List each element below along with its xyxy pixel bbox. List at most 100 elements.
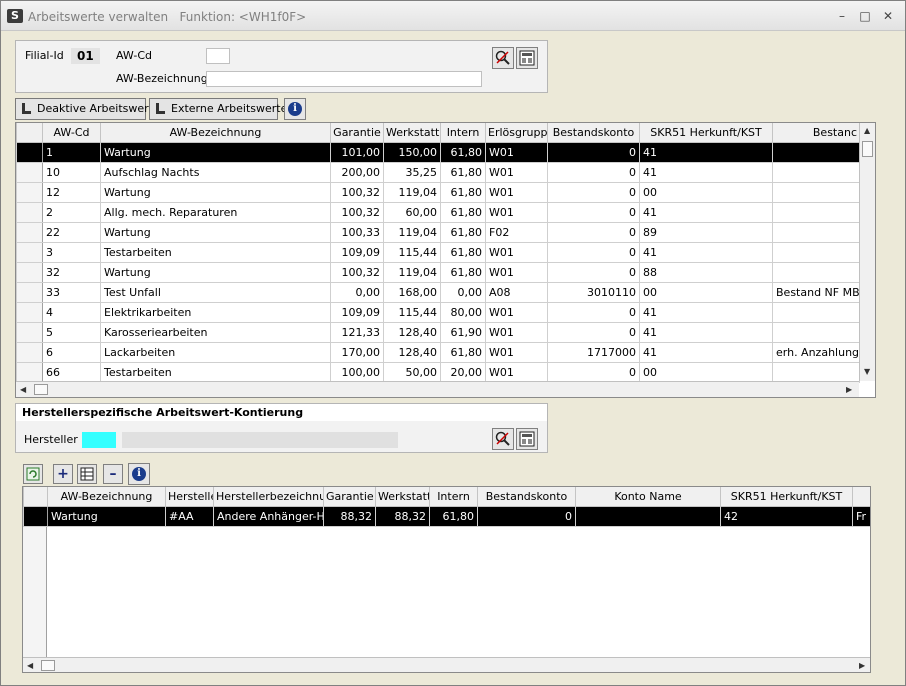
column-header[interactable]: Garantie	[330, 123, 384, 143]
table-cell[interactable]: 1	[42, 141, 101, 163]
externe-arbeitswerte-button[interactable]: Externe Arbeitswerte	[149, 98, 287, 120]
table-cell[interactable]: W01	[485, 161, 548, 183]
table-row[interactable]: 5 Karosseriearbeiten 121,33 128,40 61,90 W01 0…	[16, 321, 860, 343]
info-button-lower[interactable]: i	[128, 463, 150, 485]
calculator-button[interactable]	[516, 47, 538, 69]
column-header[interactable]: Bestandskonto	[547, 123, 640, 143]
table-cell[interactable]: 41	[639, 161, 773, 183]
table-cell[interactable]: 61,80	[440, 221, 486, 243]
scroll-thumb[interactable]	[34, 384, 48, 395]
table-cell[interactable]: 0	[547, 321, 640, 343]
table-cell[interactable]: 4	[42, 301, 101, 323]
table-cell[interactable]	[772, 181, 860, 203]
table-cell[interactable]: 109,09	[330, 241, 384, 263]
column-header[interactable]: Bestanc	[772, 123, 860, 143]
table-cell[interactable]	[772, 221, 860, 243]
aw-bezeichnung-input[interactable]	[206, 71, 482, 87]
row-selector[interactable]	[16, 341, 43, 363]
add-button[interactable]: +	[53, 464, 73, 484]
table-cell[interactable]: W01	[485, 241, 548, 263]
table-cell[interactable]: 00	[639, 181, 773, 203]
scroll-right-icon[interactable]: ▶	[859, 661, 865, 670]
table-cell[interactable]: W01	[485, 301, 548, 323]
table-row[interactable]: 33 Test Unfall 0,00 168,00 0,00 A08 3010110 00 B…	[16, 281, 860, 303]
row-selector[interactable]	[16, 201, 43, 223]
row-selector[interactable]	[16, 241, 43, 263]
table-cell[interactable]: W01	[485, 361, 548, 383]
table-cell[interactable]: 61,80	[429, 505, 478, 527]
table-cell[interactable]	[772, 161, 860, 183]
table-cell[interactable]: 41	[639, 341, 773, 363]
table-cell[interactable]: 35,25	[383, 161, 441, 183]
hersteller-grid[interactable]: AW-BezeichnungHerstellerHerstellerbezeic…	[22, 486, 871, 673]
table-cell[interactable]: 61,80	[440, 341, 486, 363]
deaktive-arbeitswerte-button[interactable]: Deaktive Arbeitswerte	[15, 98, 160, 120]
table-cell[interactable]	[772, 361, 860, 383]
scroll-up-icon[interactable]: ▲	[864, 126, 870, 135]
table-cell[interactable]: W01	[485, 141, 548, 163]
table-cell[interactable]: 100,32	[330, 261, 384, 283]
table-cell[interactable]: Elektrikarbeiten	[100, 301, 331, 323]
table-cell[interactable]: W01	[485, 261, 548, 283]
table-row[interactable]: 10 Aufschlag Nachts 200,00 35,25 61,80 W01 0 41	[16, 161, 860, 183]
vertical-scrollbar[interactable]: ▲ ▼	[859, 123, 875, 381]
table-cell[interactable]: 170,00	[330, 341, 384, 363]
minimize-button[interactable]: –	[833, 7, 851, 25]
table-cell[interactable]: 61,80	[440, 181, 486, 203]
table-cell[interactable]: 61,80	[440, 141, 486, 163]
table-row[interactable]: 6 Lackarbeiten 170,00 128,40 61,80 W01 1717000…	[16, 341, 860, 363]
table-cell[interactable]: 12	[42, 181, 101, 203]
clear-search-button[interactable]	[492, 428, 514, 450]
column-header[interactable]: AW-Bezeichnung	[100, 123, 331, 143]
info-button[interactable]: i	[284, 98, 306, 120]
row-selector[interactable]	[16, 301, 43, 323]
table-cell[interactable]: 100,00	[330, 361, 384, 383]
table-cell[interactable]: Karosseriearbeiten	[100, 321, 331, 343]
horizontal-scrollbar[interactable]: ◀ ▶	[23, 657, 870, 672]
row-selector[interactable]	[16, 181, 43, 203]
scroll-left-icon[interactable]: ◀	[20, 385, 26, 394]
hersteller-input[interactable]	[82, 432, 116, 448]
table-cell[interactable]	[772, 321, 860, 343]
column-header[interactable]: Bestandskonto	[477, 487, 576, 507]
table-cell[interactable]: 50,00	[383, 361, 441, 383]
table-cell[interactable]: 0	[477, 505, 576, 527]
row-selector[interactable]	[16, 261, 43, 283]
table-cell[interactable]: Fr	[852, 505, 870, 527]
table-cell[interactable]: Wartung	[100, 261, 331, 283]
table-cell[interactable]: 119,04	[383, 221, 441, 243]
column-header[interactable]: Garantie	[323, 487, 376, 507]
table-cell[interactable]: Bestand NF MB	[772, 281, 860, 303]
table-cell[interactable]: 0	[547, 221, 640, 243]
table-cell[interactable]: Allg. mech. Reparaturen	[100, 201, 331, 223]
column-header[interactable]: Werkstatt	[383, 123, 441, 143]
table-cell[interactable]: 33	[42, 281, 101, 303]
table-cell[interactable]: 168,00	[383, 281, 441, 303]
table-cell[interactable]	[772, 201, 860, 223]
table-cell[interactable]: 89	[639, 221, 773, 243]
column-header[interactable]: SKR51 Herkunft/KST	[720, 487, 853, 507]
table-cell[interactable]: 2	[42, 201, 101, 223]
table-cell[interactable]: 22	[42, 221, 101, 243]
scroll-down-icon[interactable]: ▼	[864, 367, 870, 376]
table-cell[interactable]: 119,04	[383, 181, 441, 203]
table-cell[interactable]: 200,00	[330, 161, 384, 183]
table-cell[interactable]: 0	[547, 161, 640, 183]
table-cell[interactable]	[575, 505, 721, 527]
table-cell[interactable]: 41	[639, 321, 773, 343]
table-cell[interactable]	[772, 261, 860, 283]
table-cell[interactable]: W01	[485, 201, 548, 223]
table-cell[interactable]: Testarbeiten	[100, 361, 331, 383]
table-cell[interactable]: Lackarbeiten	[100, 341, 331, 363]
table-cell[interactable]: 20,00	[440, 361, 486, 383]
form-button[interactable]	[516, 428, 538, 450]
table-cell[interactable]: 3	[42, 241, 101, 263]
column-header[interactable]: AW-Bezeichnung	[47, 487, 166, 507]
table-cell[interactable]: 6	[42, 341, 101, 363]
table-cell[interactable]: 0	[547, 261, 640, 283]
table-cell[interactable]: Test Unfall	[100, 281, 331, 303]
table-row[interactable]: 2 Allg. mech. Reparaturen 100,32 60,00 61,80…	[16, 201, 860, 223]
table-cell[interactable]: Wartung	[100, 181, 331, 203]
table-cell[interactable]: W01	[485, 321, 548, 343]
column-header[interactable]: Intern	[440, 123, 486, 143]
